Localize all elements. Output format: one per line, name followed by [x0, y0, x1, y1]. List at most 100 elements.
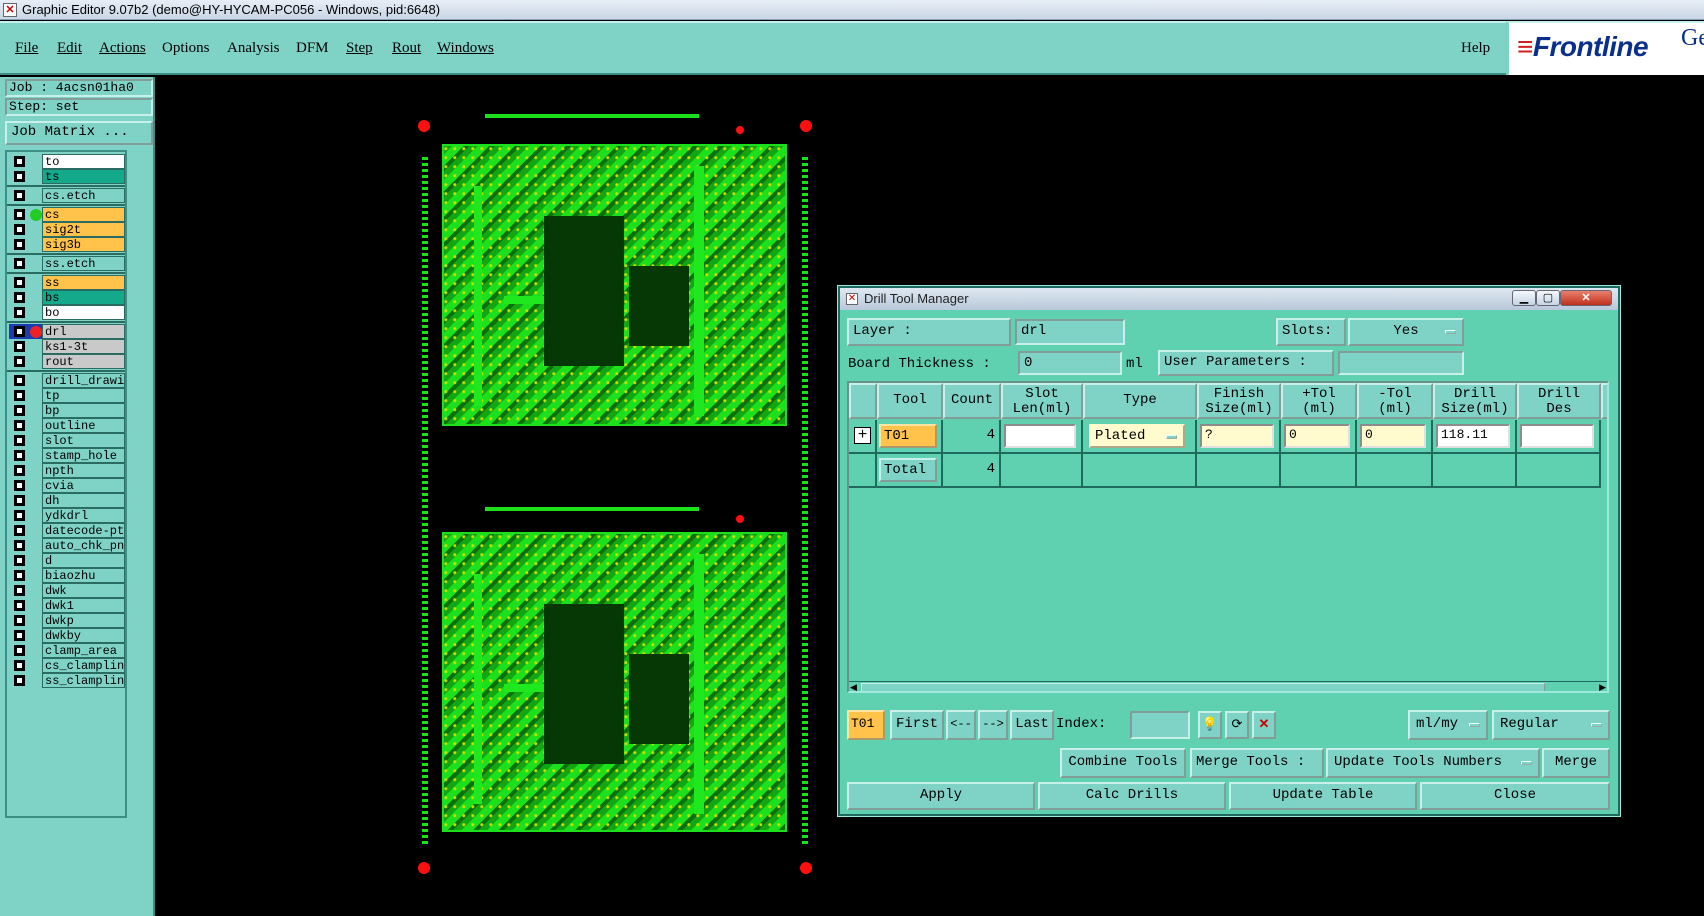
- layer-checkbox[interactable]: [14, 630, 25, 641]
- layer-field[interactable]: drl: [1015, 319, 1125, 345]
- menu-step[interactable]: Step: [346, 40, 373, 57]
- layer-checkbox[interactable]: [14, 420, 25, 431]
- layer-checkbox[interactable]: [14, 356, 25, 367]
- update-tools-numbers-dropdown[interactable]: Update Tools Numbers: [1326, 748, 1540, 778]
- layer-name[interactable]: ydkdrl: [42, 508, 125, 523]
- drill-des-input[interactable]: [1520, 424, 1594, 448]
- layer-name[interactable]: stamp_hole: [42, 448, 125, 463]
- close-button[interactable]: Close: [1420, 782, 1610, 810]
- drill-size-input[interactable]: 118.11: [1436, 424, 1510, 448]
- layer-row[interactable]: sig3b: [9, 237, 125, 252]
- layer-checkbox[interactable]: [14, 645, 25, 656]
- menu-edit[interactable]: Edit: [57, 40, 82, 57]
- merge-button[interactable]: Merge: [1542, 748, 1610, 778]
- layer-checkbox[interactable]: [14, 326, 25, 337]
- layer-name[interactable]: dwk1: [42, 598, 125, 613]
- layer-name[interactable]: bp: [42, 403, 125, 418]
- layer-name[interactable]: cs: [42, 207, 125, 222]
- layer-row[interactable]: dh: [9, 493, 125, 508]
- layer-row[interactable]: cs: [9, 207, 125, 222]
- layer-row[interactable]: outline: [9, 418, 125, 433]
- layer-row[interactable]: ss: [9, 275, 125, 290]
- units-dropdown[interactable]: ml/my: [1408, 710, 1488, 740]
- scrollbar-thumb[interactable]: [861, 683, 1545, 691]
- layer-row[interactable]: ss.etch: [9, 256, 125, 271]
- layer-row[interactable]: d: [9, 553, 125, 568]
- layer-name[interactable]: ks1-3t: [42, 339, 125, 354]
- layer-name[interactable]: to: [42, 154, 125, 169]
- layer-checkbox[interactable]: [14, 600, 25, 611]
- layer-checkbox[interactable]: [14, 292, 25, 303]
- layer-row[interactable]: to: [9, 154, 125, 169]
- layer-row[interactable]: biaozhu: [9, 568, 125, 583]
- layer-row[interactable]: auto_chk_pn: [9, 538, 125, 553]
- layer-row[interactable]: ks1-3t: [9, 339, 125, 354]
- layer-name[interactable]: rout: [42, 354, 125, 369]
- menu-rout[interactable]: Rout: [392, 40, 421, 57]
- layer-checkbox[interactable]: [14, 307, 25, 318]
- layer-name[interactable]: ss_clampline: [42, 673, 125, 688]
- layer-checkbox[interactable]: [14, 465, 25, 476]
- layer-checkbox[interactable]: [14, 171, 25, 182]
- layer-name[interactable]: sig2t: [42, 222, 125, 237]
- layer-checkbox[interactable]: [14, 510, 25, 521]
- layer-checkbox[interactable]: [14, 555, 25, 566]
- scroll-right-icon[interactable]: ▶: [1599, 682, 1606, 691]
- layer-name[interactable]: drill_drawing: [42, 373, 125, 388]
- menu-help[interactable]: Help: [1461, 40, 1490, 57]
- scroll-left-icon[interactable]: ◀: [850, 682, 857, 691]
- layer-name[interactable]: dwk: [42, 583, 125, 598]
- expand-row-icon[interactable]: +: [854, 427, 871, 444]
- layer-row[interactable]: ss_clampline: [9, 673, 125, 688]
- layer-checkbox[interactable]: [14, 525, 25, 536]
- layer-row[interactable]: sig2t: [9, 222, 125, 237]
- layer-checkbox[interactable]: [14, 277, 25, 288]
- layer-name[interactable]: tp: [42, 388, 125, 403]
- minus-tol-input[interactable]: 0: [1360, 424, 1426, 448]
- layer-checkbox[interactable]: [14, 209, 25, 220]
- finish-size-input[interactable]: ?: [1200, 424, 1274, 448]
- layer-name[interactable]: auto_chk_pn: [42, 538, 125, 553]
- layer-name[interactable]: ss: [42, 275, 125, 290]
- type-dropdown[interactable]: Plated: [1089, 424, 1185, 448]
- layer-name[interactable]: dwkp: [42, 613, 125, 628]
- layer-row[interactable]: clamp_area: [9, 643, 125, 658]
- layer-checkbox[interactable]: [14, 258, 25, 269]
- combine-tools-button[interactable]: Combine Tools: [1060, 748, 1186, 778]
- layer-name[interactable]: cs.etch: [42, 188, 125, 203]
- layer-row[interactable]: dwkp: [9, 613, 125, 628]
- layer-checkbox[interactable]: [14, 480, 25, 491]
- horizontal-scrollbar[interactable]: ◀ ▶: [849, 681, 1607, 691]
- layer-checkbox[interactable]: [14, 224, 25, 235]
- layer-row[interactable]: drl: [9, 324, 125, 339]
- layer-checkbox[interactable]: [14, 675, 25, 686]
- update-table-button[interactable]: Update Table: [1229, 782, 1417, 810]
- next-button[interactable]: -->: [978, 710, 1008, 740]
- layer-checkbox[interactable]: [14, 239, 25, 250]
- layer-name[interactable]: sig3b: [42, 237, 125, 252]
- menu-analysis[interactable]: Analysis: [227, 40, 280, 57]
- layer-name[interactable]: ts: [42, 169, 125, 184]
- layer-row[interactable]: bo: [9, 305, 125, 320]
- layer-name[interactable]: cvia: [42, 478, 125, 493]
- layer-name[interactable]: cs_clampline: [42, 658, 125, 673]
- layer-name[interactable]: bo: [42, 305, 125, 320]
- layer-checkbox[interactable]: [14, 390, 25, 401]
- layer-checkbox[interactable]: [14, 190, 25, 201]
- layer-name[interactable]: datecode-pth: [42, 523, 125, 538]
- layer-row[interactable]: npth: [9, 463, 125, 478]
- layer-checkbox[interactable]: [14, 435, 25, 446]
- layer-checkbox[interactable]: [14, 540, 25, 551]
- menu-dfm[interactable]: DFM: [296, 40, 329, 57]
- layer-row[interactable]: cs.etch: [9, 188, 125, 203]
- layer-name[interactable]: d: [42, 553, 125, 568]
- minimize-button[interactable]: ▁: [1512, 290, 1536, 306]
- layer-name[interactable]: npth: [42, 463, 125, 478]
- bulb-icon[interactable]: 💡: [1198, 711, 1222, 739]
- layer-name[interactable]: bs: [42, 290, 125, 305]
- layer-checkbox[interactable]: [14, 450, 25, 461]
- user-parameters-field[interactable]: [1338, 351, 1464, 375]
- layer-checkbox[interactable]: [14, 375, 25, 386]
- layer-name[interactable]: dh: [42, 493, 125, 508]
- board-thickness-field[interactable]: 0: [1018, 351, 1122, 375]
